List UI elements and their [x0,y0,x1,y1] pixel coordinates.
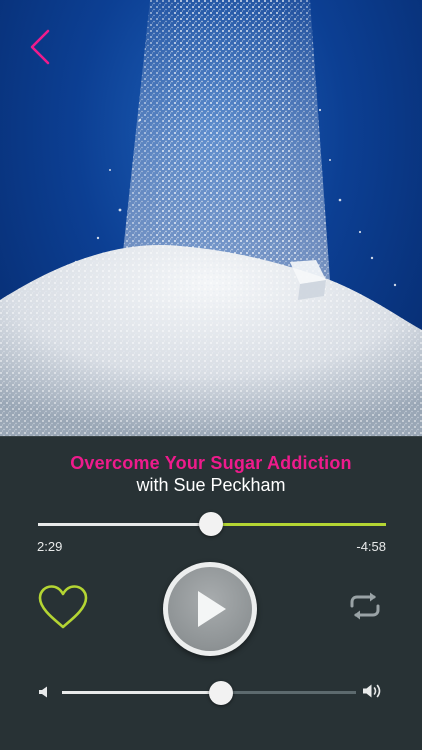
track-title: Overcome Your Sugar Addiction [70,453,352,473]
volume-high-icon [362,683,384,699]
progress-played [38,523,211,526]
audio-player-screen: Overcome Your Sugar Addiction with Sue P… [0,0,422,750]
heart-icon [38,585,88,629]
volume-rest [221,691,356,694]
remaining-time: -4:58 [356,539,386,554]
play-icon [198,591,226,627]
volume-filled [62,691,221,694]
progress-thumb[interactable] [199,512,223,536]
progress-remaining [211,523,386,526]
play-button[interactable] [163,562,257,656]
repeat-button[interactable] [348,591,382,621]
elapsed-time: 2:29 [37,539,63,554]
track-artist: with Sue Peckham [136,475,286,495]
volume-low-icon [37,685,51,699]
back-button[interactable] [28,28,72,72]
repeat-icon [350,592,380,620]
play-button-face [168,567,252,651]
player-panel: Overcome Your Sugar Addiction with Sue P… [0,436,422,750]
chevron-left-icon [30,29,50,65]
volume-thumb[interactable] [209,681,233,705]
album-artwork [0,0,422,436]
favorite-button[interactable] [36,583,90,631]
